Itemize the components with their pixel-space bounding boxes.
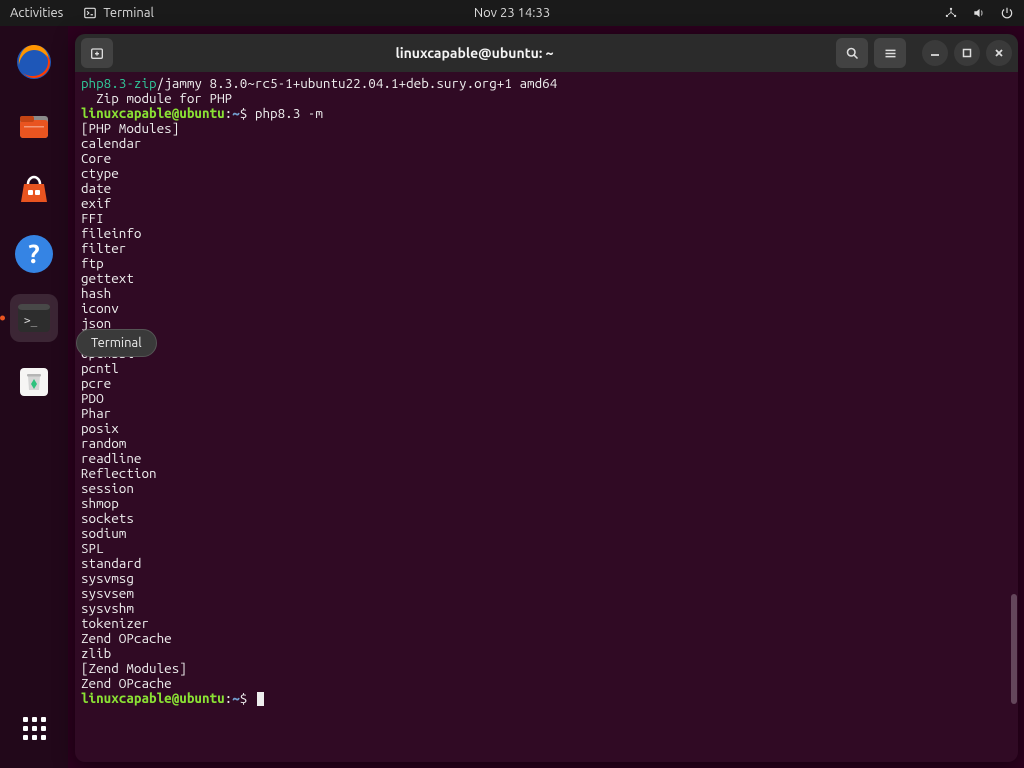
show-applications[interactable]	[10, 704, 58, 752]
maximize-button[interactable]	[954, 40, 980, 66]
dock-help[interactable]: ?	[10, 230, 58, 278]
close-button[interactable]	[986, 40, 1012, 66]
software-icon	[14, 170, 54, 210]
dock-tooltip: Terminal	[76, 329, 157, 357]
firefox-icon	[14, 42, 54, 82]
maximize-icon	[962, 48, 972, 58]
files-icon	[14, 106, 54, 146]
minimize-icon	[930, 48, 940, 58]
scrollbar-thumb[interactable]	[1011, 594, 1017, 704]
menu-button[interactable]	[874, 38, 906, 68]
dock-terminal[interactable]: >_	[10, 294, 58, 342]
terminal-indicator-icon	[83, 6, 97, 20]
close-icon	[994, 48, 1004, 58]
minimize-button[interactable]	[922, 40, 948, 66]
dock-files[interactable]	[10, 102, 58, 150]
volume-icon[interactable]	[972, 6, 986, 20]
dock-trash[interactable]	[10, 358, 58, 406]
window-titlebar[interactable]: linuxcapable@ubuntu: ~	[75, 34, 1018, 72]
help-icon: ?	[13, 233, 55, 275]
terminal-icon: >_	[14, 298, 54, 338]
svg-text:>_: >_	[24, 314, 38, 327]
apps-grid-icon	[23, 717, 46, 740]
activities-button[interactable]: Activities	[10, 6, 63, 20]
svg-text:?: ?	[28, 239, 39, 268]
app-menu-label: Terminal	[103, 6, 154, 20]
terminal-viewport[interactable]: php8.3-zip/jammy 8.3.0~rc5-1+ubuntu22.04…	[75, 72, 1018, 762]
search-button[interactable]	[836, 38, 868, 68]
new-tab-button[interactable]	[81, 38, 113, 68]
app-menu[interactable]: Terminal	[83, 6, 154, 20]
network-icon[interactable]	[944, 6, 958, 20]
dock: ? >_	[0, 26, 68, 768]
trash-icon	[14, 362, 54, 402]
clock[interactable]: Nov 23 14:33	[474, 6, 550, 20]
gnome-topbar: Activities Terminal Nov 23 14:33	[0, 0, 1024, 26]
terminal-window: linuxcapable@ubuntu: ~ php8.3-zip/jammy …	[75, 34, 1018, 762]
window-title: linuxcapable@ubuntu: ~	[119, 45, 830, 61]
hamburger-icon	[883, 46, 898, 61]
dock-firefox[interactable]	[10, 38, 58, 86]
new-tab-icon	[89, 45, 105, 61]
dock-software[interactable]	[10, 166, 58, 214]
search-icon	[845, 46, 860, 61]
power-icon[interactable]	[1000, 6, 1014, 20]
